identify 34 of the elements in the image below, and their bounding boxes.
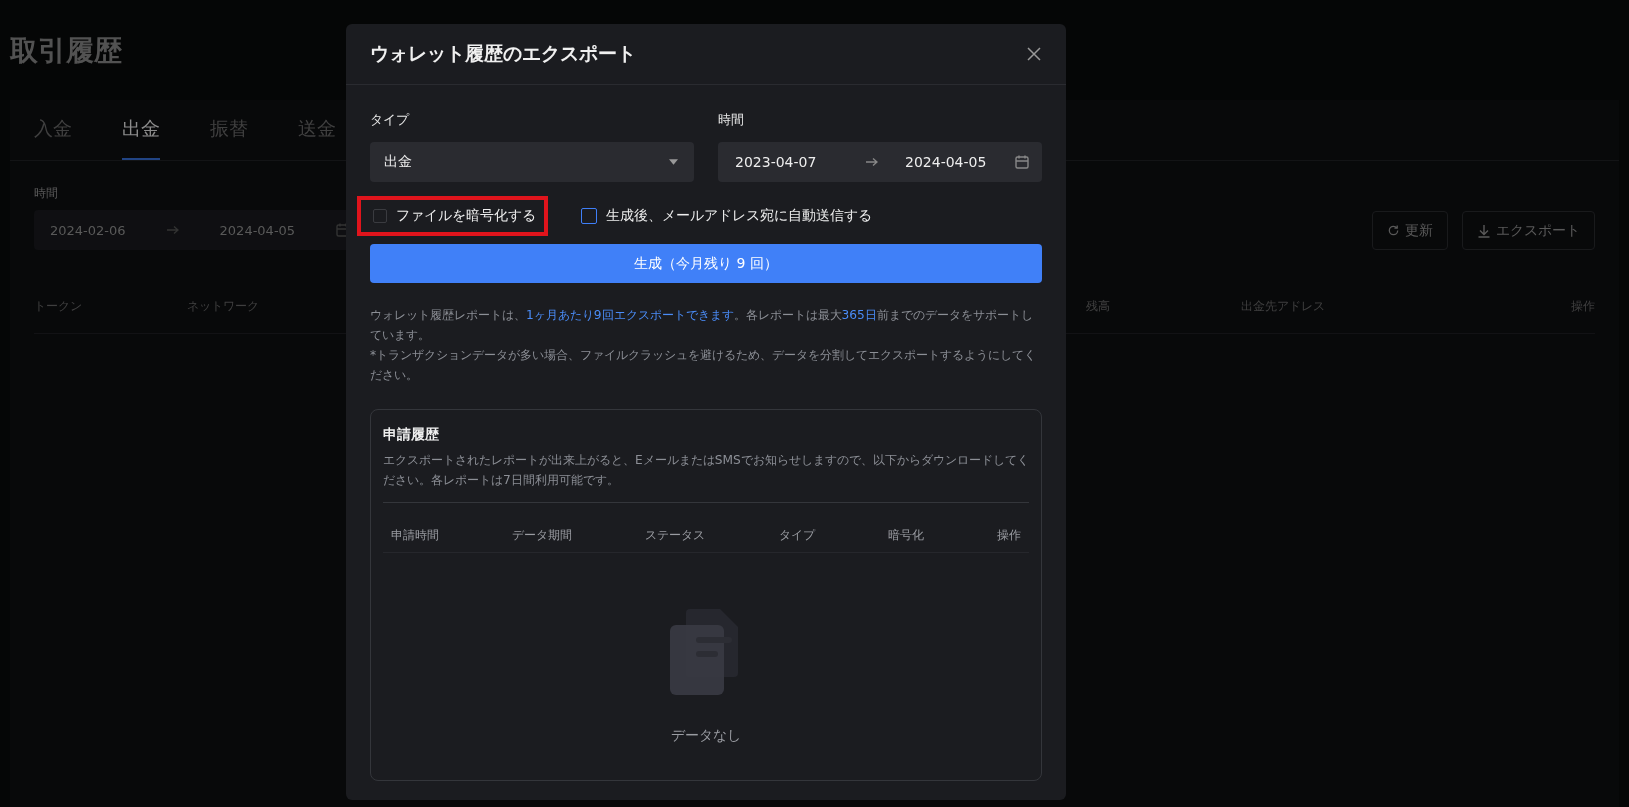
field-label: タイプ: [370, 111, 411, 129]
field-label: 時間: [34, 185, 59, 202]
checkbox[interactable]: [581, 208, 597, 224]
column-header: ステータス: [645, 527, 706, 544]
checkbox-option[interactable]: 生成後、メールアドレス宛に自動送信する: [565, 196, 884, 236]
export-button[interactable]: エクスポート: [1462, 211, 1595, 250]
column-header: 暗号化: [887, 527, 924, 544]
generate-button[interactable]: 生成（今月残り 9 回）: [370, 244, 1042, 283]
tab[interactable]: 出金: [122, 100, 160, 160]
column-header: データ期間: [512, 527, 573, 544]
checkbox[interactable]: [373, 209, 387, 223]
column-header: タイプ: [778, 527, 815, 544]
column-header: 申請時間: [391, 527, 439, 544]
section-title: 申請履歴: [383, 426, 440, 444]
refresh-icon: [1387, 224, 1400, 237]
dialog-title: ウォレット履歴のエクスポート: [370, 41, 636, 66]
download-icon: [1477, 223, 1491, 238]
page-title: 取引履歴: [10, 33, 122, 69]
date-range-field[interactable]: 2023-04-07 2024-04-05: [718, 142, 1042, 182]
close-icon: [1026, 46, 1042, 62]
calendar-icon: [1014, 154, 1030, 170]
caret-icon: [669, 159, 678, 165]
close-button[interactable]: [1026, 46, 1042, 62]
column-header: 操作: [996, 527, 1021, 544]
empty-state-text: データなし: [671, 727, 741, 745]
arrow-icon: [865, 157, 879, 167]
type-select[interactable]: 出金: [370, 142, 694, 182]
field-label: 時間: [718, 111, 745, 129]
section-description: エクスポートされたレポートが出来上がると、EメールまたはSMSでお知らせしますので、以下からダウンロードしてください。各レポートは7日間利用可能です。: [383, 450, 1029, 503]
info-text: ウォレット履歴レポートは、1ヶ月あたり9回エクスポートできます。各レポートは最大365日前までのデータをサポートしています。: [370, 307, 1034, 344]
arrow-icon: [165, 225, 180, 235]
info-text: *トランザクションデータが多い場合、ファイルクラッシュを避けるため、データを分割してエクスポートするようにしてください。: [370, 347, 1038, 384]
refresh-button[interactable]: 更新: [1372, 211, 1448, 250]
checkbox-option[interactable]: ファイルを暗号化する: [357, 196, 548, 236]
